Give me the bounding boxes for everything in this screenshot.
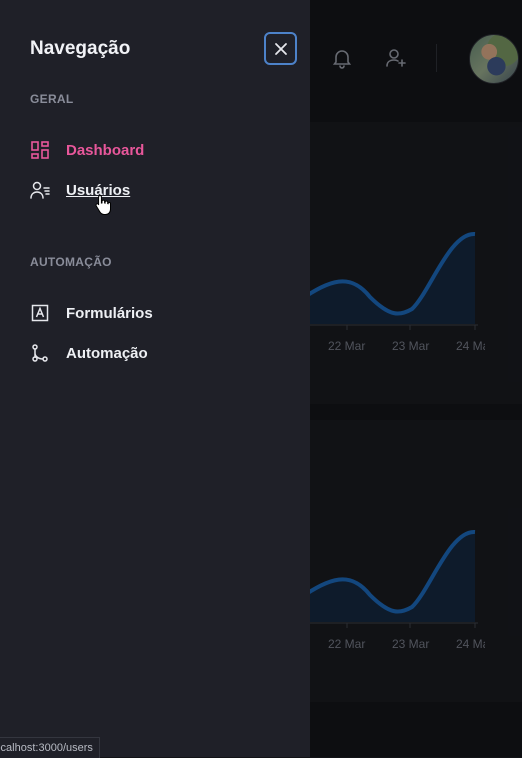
navigation-drawer: Navegação GERAL Dashboard Usuários AUTOM… (0, 0, 310, 757)
nav-item-formularios[interactable]: Formulários (30, 300, 153, 326)
nav-item-automacao[interactable]: Automação (30, 340, 148, 366)
users-icon (30, 180, 50, 200)
nav-item-label: Automação (66, 344, 148, 362)
nav-item-label: Dashboard (66, 141, 145, 159)
close-icon (274, 42, 288, 56)
status-bar-url: localhost:3000/users (0, 737, 100, 758)
dashboard-icon (30, 140, 50, 160)
nav-item-label: Formulários (66, 304, 153, 322)
nav-item-usuarios[interactable]: Usuários (30, 177, 130, 203)
drawer-title: Navegação (30, 38, 131, 59)
nav-item-dashboard[interactable]: Dashboard (30, 137, 144, 163)
section-label-geral: GERAL (30, 92, 74, 106)
hand-cursor-icon (95, 194, 111, 221)
section-label-automacao: AUTOMAÇÃO (30, 255, 112, 269)
close-button[interactable] (264, 32, 297, 65)
form-icon (30, 303, 50, 323)
automation-icon (30, 343, 50, 363)
